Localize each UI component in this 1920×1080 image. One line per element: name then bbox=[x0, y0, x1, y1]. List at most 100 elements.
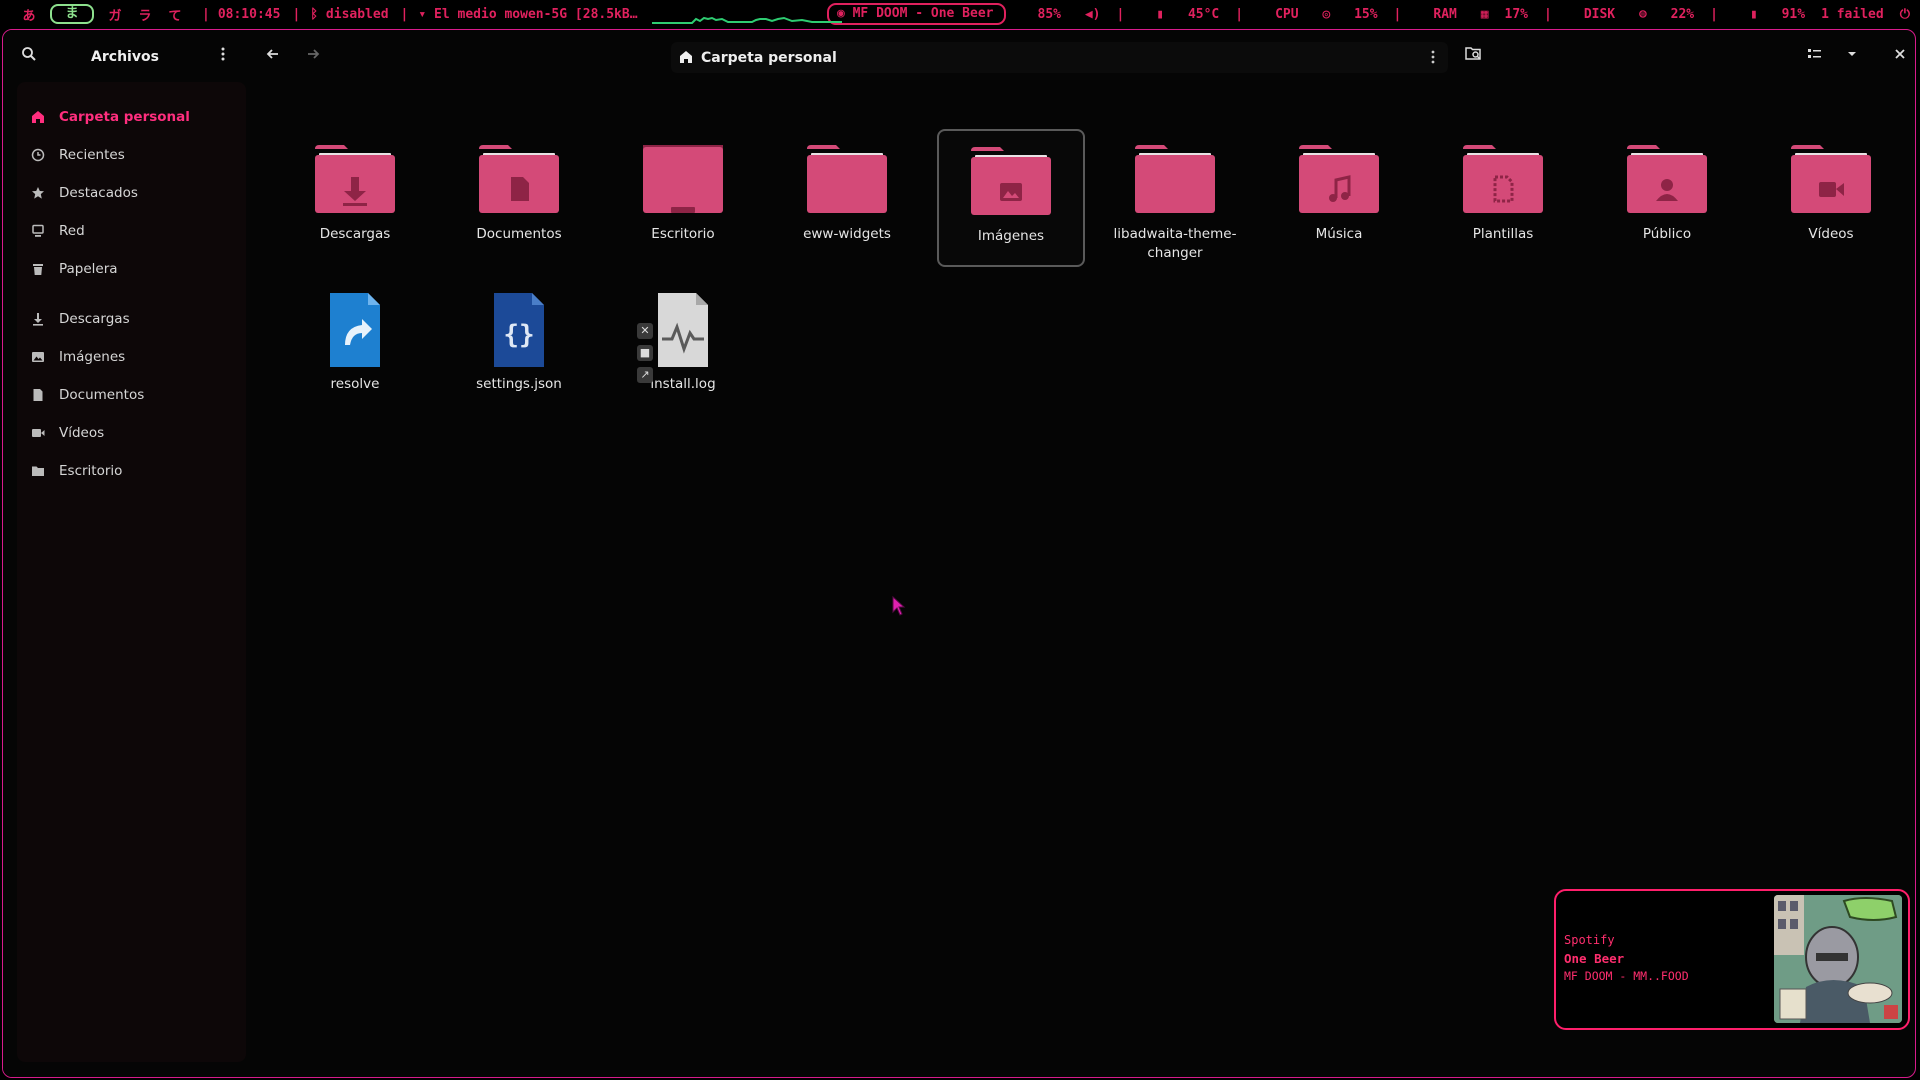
folder-item[interactable]: Escritorio bbox=[609, 129, 757, 267]
arrow-left-icon bbox=[266, 49, 278, 59]
ram-status: RAM ▦ 17% bbox=[1417, 7, 1528, 22]
sidebar-item-label: Carpeta personal bbox=[59, 109, 190, 125]
close-button[interactable] bbox=[1892, 46, 1914, 68]
video-icon bbox=[29, 424, 47, 442]
forward-button[interactable] bbox=[305, 46, 327, 68]
chevron-down-icon bbox=[1848, 52, 1856, 56]
item-label: Documentos bbox=[476, 226, 562, 242]
mouse-cursor-icon bbox=[892, 596, 906, 616]
volume-status[interactable]: 85% ◀) bbox=[1022, 7, 1101, 22]
location-menu-icon[interactable] bbox=[1426, 49, 1440, 69]
search-folder-button[interactable] bbox=[1465, 46, 1487, 68]
folder-item[interactable]: libadwaita-theme-changer bbox=[1101, 129, 1249, 267]
sidebar-item-trash[interactable]: Papelera bbox=[17, 250, 246, 288]
symlink-file-icon bbox=[314, 293, 396, 367]
workspace-3[interactable]: ガ bbox=[100, 5, 130, 24]
sidebar: Archivos Carpeta personal Recientes Dest… bbox=[3, 30, 247, 1077]
sidebar-item-downloads[interactable]: Descargas bbox=[17, 300, 246, 338]
arrow-right-icon bbox=[308, 49, 320, 59]
back-button[interactable] bbox=[265, 46, 287, 68]
network-graph bbox=[651, 3, 842, 25]
close-icon bbox=[1895, 49, 1905, 59]
item-label: Escritorio bbox=[651, 226, 715, 242]
folder-item[interactable]: Descargas bbox=[281, 129, 429, 267]
sidebar-item-starred[interactable]: Destacados bbox=[17, 174, 246, 212]
sidebar-item-home[interactable]: Carpeta personal bbox=[17, 98, 246, 136]
bluetooth-status[interactable]: ᛒ disabled bbox=[310, 7, 388, 22]
clock-icon bbox=[29, 146, 47, 164]
disk-status: DISK ⊜ 22% bbox=[1568, 7, 1694, 22]
folder-search-icon bbox=[1465, 47, 1481, 60]
sidebar-item-label: Recientes bbox=[59, 147, 125, 163]
folder-item[interactable]: Plantillas bbox=[1429, 129, 1577, 267]
track-artist-album: MF DOOM - MM..FOOD bbox=[1564, 969, 1689, 983]
item-label: Descargas bbox=[319, 226, 391, 242]
folder-icon bbox=[970, 145, 1052, 219]
sidebar-item-label: Documentos bbox=[59, 387, 145, 403]
file-item[interactable]: resolve bbox=[281, 293, 429, 423]
sidebar-item-label: Vídeos bbox=[59, 425, 105, 441]
sidebar-item-recent[interactable]: Recientes bbox=[17, 136, 246, 174]
workspace-5[interactable]: て bbox=[160, 5, 190, 24]
folder-item[interactable]: Imágenes bbox=[937, 129, 1085, 267]
spotify-widget[interactable]: Spotify One Beer MF DOOM - MM..FOOD bbox=[1554, 889, 1910, 1030]
item-label: settings.json bbox=[476, 376, 562, 392]
bluetooth-icon: ᛒ bbox=[310, 6, 326, 22]
folder-item[interactable]: Público bbox=[1593, 129, 1741, 267]
system-indicators: 85% ◀) | ▮ 45°C | CPU ◎ 15% | RAM ▦ 17% |… bbox=[1006, 7, 1911, 22]
folder-icon bbox=[642, 143, 724, 217]
separator: | bbox=[292, 6, 301, 22]
sidebar-header: Archivos bbox=[3, 30, 247, 83]
separator: | bbox=[1393, 6, 1402, 22]
location-bar[interactable]: Carpeta personal bbox=[671, 42, 1448, 73]
net-speed: 28.5kB… bbox=[582, 6, 638, 22]
sidebar-item-videos[interactable]: Vídeos bbox=[17, 414, 246, 452]
top-status-bar: あ ま ガ ラ て | 08:10:45 | ᛒ disabled | ▾ El… bbox=[0, 0, 1920, 28]
folder-item[interactable]: Música bbox=[1265, 129, 1413, 267]
network-icon bbox=[29, 222, 47, 240]
main-menu-icon[interactable] bbox=[215, 46, 235, 66]
folder-icon bbox=[1626, 143, 1708, 217]
sidebar-item-desktop[interactable]: Escritorio bbox=[17, 452, 246, 490]
ram-label: RAM bbox=[1433, 6, 1457, 22]
battery-icon: ▮ bbox=[1749, 6, 1766, 22]
image-icon bbox=[29, 348, 47, 366]
disk-label: DISK bbox=[1583, 6, 1616, 22]
folder-item[interactable]: eww-widgets bbox=[773, 129, 921, 267]
cpu-value: 15% bbox=[1354, 6, 1378, 22]
view-options-button[interactable] bbox=[1844, 46, 1866, 68]
document-icon bbox=[29, 386, 47, 404]
now-playing-pill[interactable]: ◉ MF DOOM - One Beer bbox=[826, 3, 1006, 25]
folder-icon bbox=[314, 143, 396, 217]
separator: | bbox=[1235, 6, 1244, 22]
folder-item[interactable]: Documentos bbox=[445, 129, 593, 267]
file-item[interactable]: {} settings.json bbox=[445, 293, 593, 423]
workspace-4[interactable]: ラ bbox=[130, 5, 160, 24]
header-bar: Carpeta personal bbox=[247, 30, 1915, 83]
wifi-status[interactable]: ▾ El medio mowen-5G [28.5kB… bbox=[418, 7, 637, 22]
power-icon[interactable]: ⏻ bbox=[1900, 7, 1910, 22]
item-label: Música bbox=[1315, 226, 1363, 242]
sidebar-separator bbox=[17, 288, 246, 300]
folder-icon bbox=[1790, 143, 1872, 217]
temperature-value: 45°C bbox=[1187, 6, 1220, 22]
memory-icon: ▦ bbox=[1480, 6, 1489, 22]
sidebar-item-network[interactable]: Red bbox=[17, 212, 246, 250]
sidebar-item-label: Escritorio bbox=[59, 463, 123, 479]
sidebar-item-label: Red bbox=[59, 223, 85, 239]
temperature-status: ▮ 45°C bbox=[1140, 7, 1219, 22]
workspace-1[interactable]: あ bbox=[14, 5, 44, 24]
item-label: libadwaita-theme-changer bbox=[1113, 226, 1237, 261]
sidebar-item-documents[interactable]: Documentos bbox=[17, 376, 246, 414]
workspace-switcher: あ ま ガ ラ て bbox=[14, 4, 190, 24]
sidebar-item-pictures[interactable]: Imágenes bbox=[17, 338, 246, 376]
file-item[interactable]: install.log bbox=[609, 293, 757, 423]
workspace-2[interactable]: ま bbox=[50, 4, 94, 24]
track-title: One Beer bbox=[1564, 951, 1625, 966]
folder-item[interactable]: Vídeos bbox=[1757, 129, 1905, 267]
player-source: Spotify bbox=[1564, 933, 1615, 947]
view-toggle-button[interactable] bbox=[1807, 46, 1829, 68]
sidebar-item-label: Descargas bbox=[59, 311, 130, 327]
failed-units[interactable]: 1 failed bbox=[1821, 7, 1884, 22]
disk-icon: ⊜ bbox=[1638, 6, 1647, 22]
